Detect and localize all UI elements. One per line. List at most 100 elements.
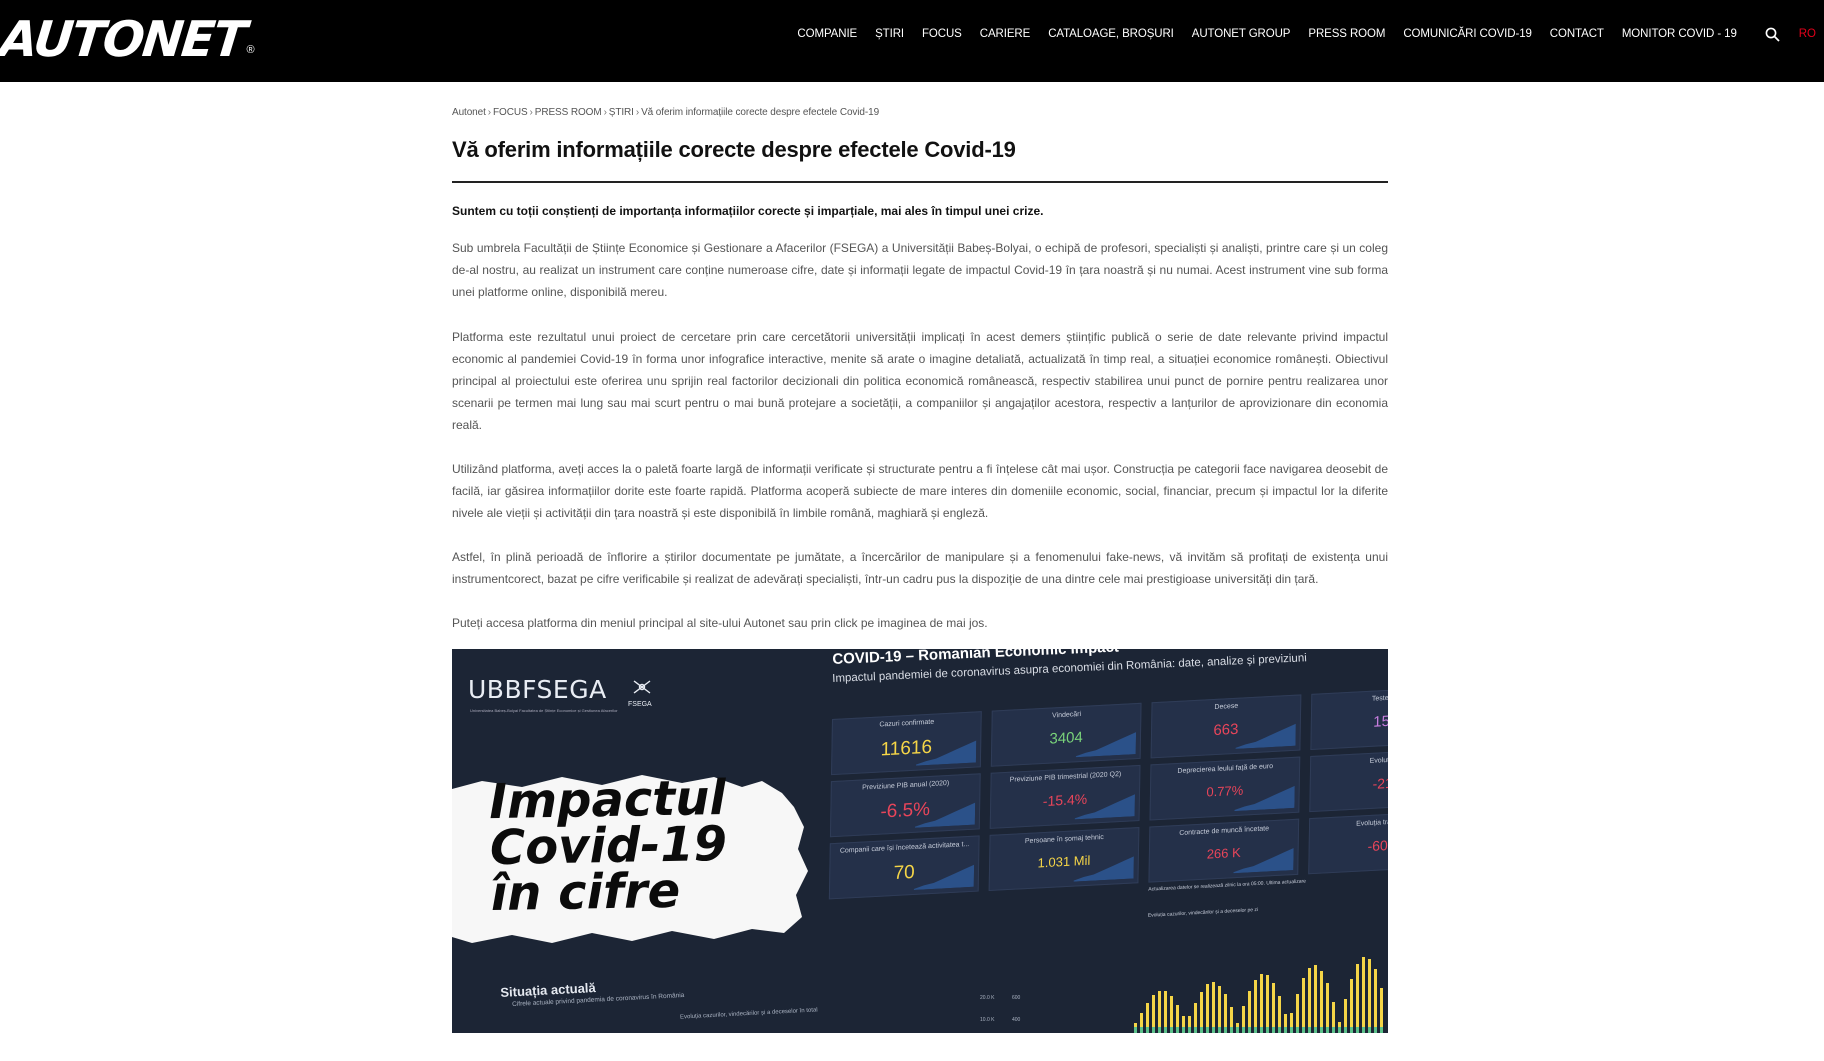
logo-text: AUTONET [0,11,248,68]
bar [1356,964,1359,1033]
sparkline [1073,856,1134,882]
sparkline [915,740,977,766]
bar [1344,1027,1347,1033]
dashboard-card: Decese 663 [1150,694,1302,759]
card-label: Deprecierea leului față de euro [1177,762,1274,776]
title-divider [452,181,1388,183]
site-logo[interactable]: AUTONET ® [0,11,255,68]
banner-headline: Impactul Covid-19 în cifre [489,770,728,922]
nav-item-contact[interactable]: CONTACT [1550,28,1604,40]
nav-item-cataloage[interactable]: CATALOAGE, BROȘURI [1048,28,1174,40]
card-label: Persoane în șomaj tehnic [1024,833,1104,846]
article-paragraph: Platforma este rezultatul unui proiect d… [452,330,1388,432]
bar [1158,991,1161,1033]
nav-item-press-room[interactable]: PRESS ROOM [1308,28,1385,40]
daily-chart-title: Evoluția cazurilor, vindecărilor și a de… [1147,906,1259,919]
article-paragraph: Sub umbrela Facultății de Științe Econom… [452,241,1388,299]
bar [1206,1027,1209,1033]
breadcrumb: Autonet › FOCUS › PRESS ROOM › ȘTIRI › Vă oferim… [452,107,879,118]
nav-item-companie[interactable]: COMPANIE [797,28,857,40]
bar [1332,1027,1335,1033]
bar [1356,1027,1359,1033]
card-label: Teste e... [1371,694,1388,703]
sparkline [1235,723,1296,749]
bar [1338,1027,1341,1033]
bar [1260,1027,1263,1033]
breadcrumb-link-stiri[interactable]: ȘTIRI [609,107,634,118]
bar [1158,1027,1161,1033]
card-label: Vindecări [1051,710,1082,720]
bar [1248,1027,1251,1033]
bar [1326,983,1329,1033]
article-paragraph: Puteți accesa platforma din meniul princ… [452,616,988,630]
bar [1302,1027,1305,1033]
sparkline [1075,732,1137,758]
axis-tick: 600 [1012,995,1021,1001]
axis-tick: 10.0 K [980,1017,995,1023]
bar [1254,1027,1257,1033]
nav-item-comunicari-covid[interactable]: COMUNICĂRI COVID-19 [1403,28,1532,40]
breadcrumb-separator: › [529,107,533,118]
logo-registered-mark: ® [246,44,255,56]
bar [1134,1027,1137,1033]
fsega-emblem-icon: FSEGA [628,677,658,708]
bar [1266,975,1269,1033]
bar [1266,1027,1269,1033]
bar [1212,982,1215,1033]
bar [1260,974,1263,1033]
bar [1200,992,1203,1033]
breadcrumb-link-focus[interactable]: FOCUS [493,107,528,118]
language-switcher[interactable]: RO [1799,28,1816,40]
dashboard-card: Companii care își încetează activitatea … [828,835,980,900]
bar [1254,980,1257,1033]
bar [1278,1027,1281,1033]
bar [1212,1027,1215,1033]
bar [1218,1027,1221,1033]
bar [1272,1027,1275,1033]
platform-banner-image[interactable]: UBBFSEGA Universitatea Babeș-Bolyai Facu… [452,649,1388,1033]
bar [1152,1027,1155,1033]
bar [1374,1027,1377,1033]
bar [1302,978,1305,1033]
breadcrumb-link-autonet[interactable]: Autonet [452,107,486,118]
dashboard-card: Previziune PIB anual (2020) -6.5% [829,773,981,838]
nav-item-autonet-group[interactable]: AUTONET GROUP [1192,28,1291,40]
nav-item-cariere[interactable]: CARIERE [980,28,1031,40]
card-label: Previziune PIB anual (2020) [862,779,950,792]
dashboard-card: Vindecări 3404 [990,702,1142,767]
dashboard-card: Previziune PIB trimestrial (2020 Q2) -15.… [989,764,1141,829]
dashboard-card: Evoluția tranzac... -60.7 [1308,810,1388,875]
daily-cases-bar-chart [1134,957,1383,1033]
dashboard-card: Cazuri confirmate 11616 [831,711,982,776]
breadcrumb-separator: › [635,107,640,118]
breadcrumb-link-press-room[interactable]: PRESS ROOM [535,107,602,118]
search-icon[interactable] [1765,26,1781,42]
nav-item-monitor-covid[interactable]: MONITOR COVID - 19 [1622,28,1737,40]
card-label: Previziune PIB trimestrial (2020 Q2) [1009,770,1122,784]
bar [1296,1027,1299,1033]
bar [1374,969,1377,1033]
sparkline [914,802,976,828]
bar [1200,1027,1203,1033]
bar [1140,1027,1143,1033]
bar [1284,1027,1287,1033]
bar [1188,1027,1191,1033]
bar [1380,988,1383,1033]
bar [1236,1027,1239,1033]
card-value: -60.7 [1367,836,1388,855]
nav-item-focus[interactable]: FOCUS [922,28,962,40]
card-label: Contracte de muncă încetate [1179,825,1270,837]
breadcrumb-separator: › [487,107,492,118]
bar [1380,1027,1383,1033]
nav-item-stiri[interactable]: ȘTIRI [875,28,904,40]
bar [1350,1027,1353,1033]
dashboard-card-grid: Cazuri confirmate 11616 Vindecări 3404 Dec… [827,686,1388,980]
bar [1368,1027,1371,1033]
ubbfsega-logo: UBBFSEGA [468,675,607,704]
bar [1368,959,1371,1033]
bar [1326,1027,1329,1033]
card-label: Evoluția... [1369,756,1388,765]
card-label: Evoluția tranzac... [1356,817,1388,828]
bar [1362,957,1365,1033]
site-header: AUTONET ® COMPANIE ȘTIRI FOCUS CARIERE C… [0,0,1824,82]
